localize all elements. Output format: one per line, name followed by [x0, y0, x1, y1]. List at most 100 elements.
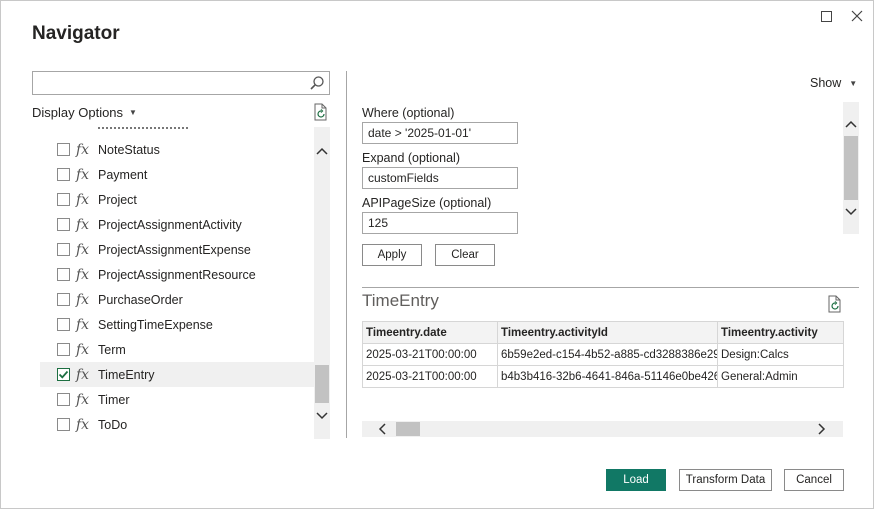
item-checkbox[interactable] — [57, 418, 70, 431]
list-item[interactable]: fx Project — [40, 187, 314, 212]
column-header[interactable]: Timeentry.date — [362, 321, 498, 344]
item-label: ToDo — [98, 417, 128, 432]
table-row: 2025-03-21T00:00:00 6b59e2ed-c154-4b52-a… — [362, 343, 844, 366]
column-header[interactable]: Timeentry.activityId — [497, 321, 718, 344]
list-item[interactable]: fx ProjectAssignmentExpense — [40, 237, 314, 262]
item-checkbox[interactable] — [57, 193, 70, 206]
item-label: Term — [98, 342, 126, 357]
table-row: 2025-03-21T00:00:00 b4b3b416-32b6-4641-8… — [362, 365, 844, 388]
chevron-right-icon[interactable] — [814, 421, 830, 437]
clipped-list-item — [98, 127, 188, 131]
function-icon: fx — [76, 141, 90, 158]
table-cell: b4b3b416-32b6-4641-846a-51146e0be426 — [497, 365, 718, 388]
item-checkbox-checked[interactable] — [57, 368, 70, 381]
item-label: Timer — [98, 392, 130, 407]
pane-divider[interactable] — [346, 71, 347, 438]
preview-title: TimeEntry — [362, 291, 439, 310]
list-item[interactable]: fx PurchaseOrder — [40, 287, 314, 312]
maximize-icon[interactable] — [816, 7, 836, 25]
function-icon: fx — [76, 191, 90, 208]
item-checkbox[interactable] — [57, 218, 70, 231]
refresh-icon[interactable] — [313, 103, 329, 121]
column-header[interactable]: Timeentry.activity — [717, 321, 844, 344]
list-item-selected[interactable]: fx TimeEntry — [40, 362, 314, 387]
search-icon[interactable] — [309, 75, 325, 91]
item-label: Project — [98, 192, 137, 207]
list-item[interactable]: fx ProjectAssignmentActivity — [40, 212, 314, 237]
table-cell: 2025-03-21T00:00:00 — [362, 343, 498, 366]
function-icon: fx — [76, 291, 90, 308]
item-checkbox[interactable] — [57, 343, 70, 356]
chevron-left-icon[interactable] — [374, 421, 390, 437]
item-checkbox[interactable] — [57, 293, 70, 306]
navigator-dialog: Navigator Display Options ▼ fx NoteStatu… — [0, 0, 874, 509]
function-icon: fx — [76, 366, 90, 383]
preview-horizontal-scrollbar[interactable] — [362, 421, 843, 437]
preview-table: Timeentry.date Timeentry.activityId Time… — [362, 321, 844, 388]
function-icon: fx — [76, 166, 90, 183]
chevron-down-icon: ▼ — [849, 78, 858, 88]
list-item[interactable]: fx ProjectAssignmentResource — [40, 262, 314, 287]
item-checkbox[interactable] — [57, 168, 70, 181]
chevron-up-icon[interactable] — [843, 116, 859, 132]
search-input[interactable] — [36, 73, 306, 93]
item-checkbox[interactable] — [57, 393, 70, 406]
apply-button[interactable]: Apply — [362, 244, 422, 266]
page-size-input[interactable] — [362, 212, 518, 234]
display-options-dropdown[interactable]: Display Options ▼ — [32, 105, 137, 120]
chevron-down-icon[interactable] — [314, 408, 330, 424]
list-item[interactable]: fx Term — [40, 337, 314, 362]
search-box — [32, 71, 330, 95]
item-label: ProjectAssignmentExpense — [98, 242, 251, 257]
list-scroll-thumb[interactable] — [315, 365, 329, 403]
page-size-label: APIPageSize (optional) — [362, 196, 492, 210]
item-label: PurchaseOrder — [98, 292, 183, 307]
item-label: ProjectAssignmentActivity — [98, 217, 242, 232]
parameters-scroll-thumb[interactable] — [844, 136, 858, 200]
function-icon: fx — [76, 241, 90, 258]
list-item[interactable]: fx Timer — [40, 387, 314, 412]
list-item[interactable]: fx SettingTimeExpense — [40, 312, 314, 337]
item-label: SettingTimeExpense — [98, 317, 213, 332]
clear-button[interactable]: Clear — [435, 244, 495, 266]
function-icon: fx — [76, 316, 90, 333]
function-icon: fx — [76, 266, 90, 283]
load-button[interactable]: Load — [606, 469, 666, 491]
parameters-scrollbar[interactable] — [843, 102, 859, 234]
where-input[interactable] — [362, 122, 518, 144]
table-cell: Design:Calcs — [717, 343, 844, 366]
object-list: fx NoteStatus fx Payment fx Project fx P… — [40, 127, 314, 439]
list-item[interactable]: fx ToDo — [40, 412, 314, 437]
table-cell: 6b59e2ed-c154-4b52-a885-cd3288386e29 — [497, 343, 718, 366]
item-label: Payment — [98, 167, 148, 182]
display-options-label: Display Options — [32, 105, 124, 120]
function-icon: fx — [76, 341, 90, 358]
item-checkbox[interactable] — [57, 143, 70, 156]
where-label: Where (optional) — [362, 106, 455, 120]
list-item[interactable]: fx NoteStatus — [40, 137, 314, 162]
chevron-down-icon[interactable] — [843, 204, 859, 220]
close-icon[interactable] — [847, 7, 867, 25]
show-label: Show — [810, 76, 842, 90]
table-cell: 2025-03-21T00:00:00 — [362, 365, 498, 388]
table-cell: General:Admin — [717, 365, 844, 388]
list-scrollbar[interactable] — [314, 127, 330, 439]
function-icon: fx — [76, 391, 90, 408]
cancel-button[interactable]: Cancel — [784, 469, 844, 491]
chevron-up-icon[interactable] — [314, 143, 330, 159]
dialog-title: Navigator — [32, 23, 120, 44]
item-label: ProjectAssignmentResource — [98, 267, 256, 282]
item-checkbox[interactable] — [57, 268, 70, 281]
list-item[interactable]: fx Payment — [40, 162, 314, 187]
show-dropdown[interactable]: Show ▼ — [810, 76, 857, 90]
transform-data-button[interactable]: Transform Data — [679, 469, 772, 491]
item-checkbox[interactable] — [57, 318, 70, 331]
item-label: NoteStatus — [98, 142, 160, 157]
refresh-icon[interactable] — [827, 295, 843, 313]
expand-label: Expand (optional) — [362, 151, 460, 165]
preview-scroll-thumb[interactable] — [396, 422, 420, 436]
item-checkbox[interactable] — [57, 243, 70, 256]
expand-input[interactable] — [362, 167, 518, 189]
chevron-down-icon: ▼ — [129, 108, 137, 117]
item-label: TimeEntry — [98, 367, 155, 382]
